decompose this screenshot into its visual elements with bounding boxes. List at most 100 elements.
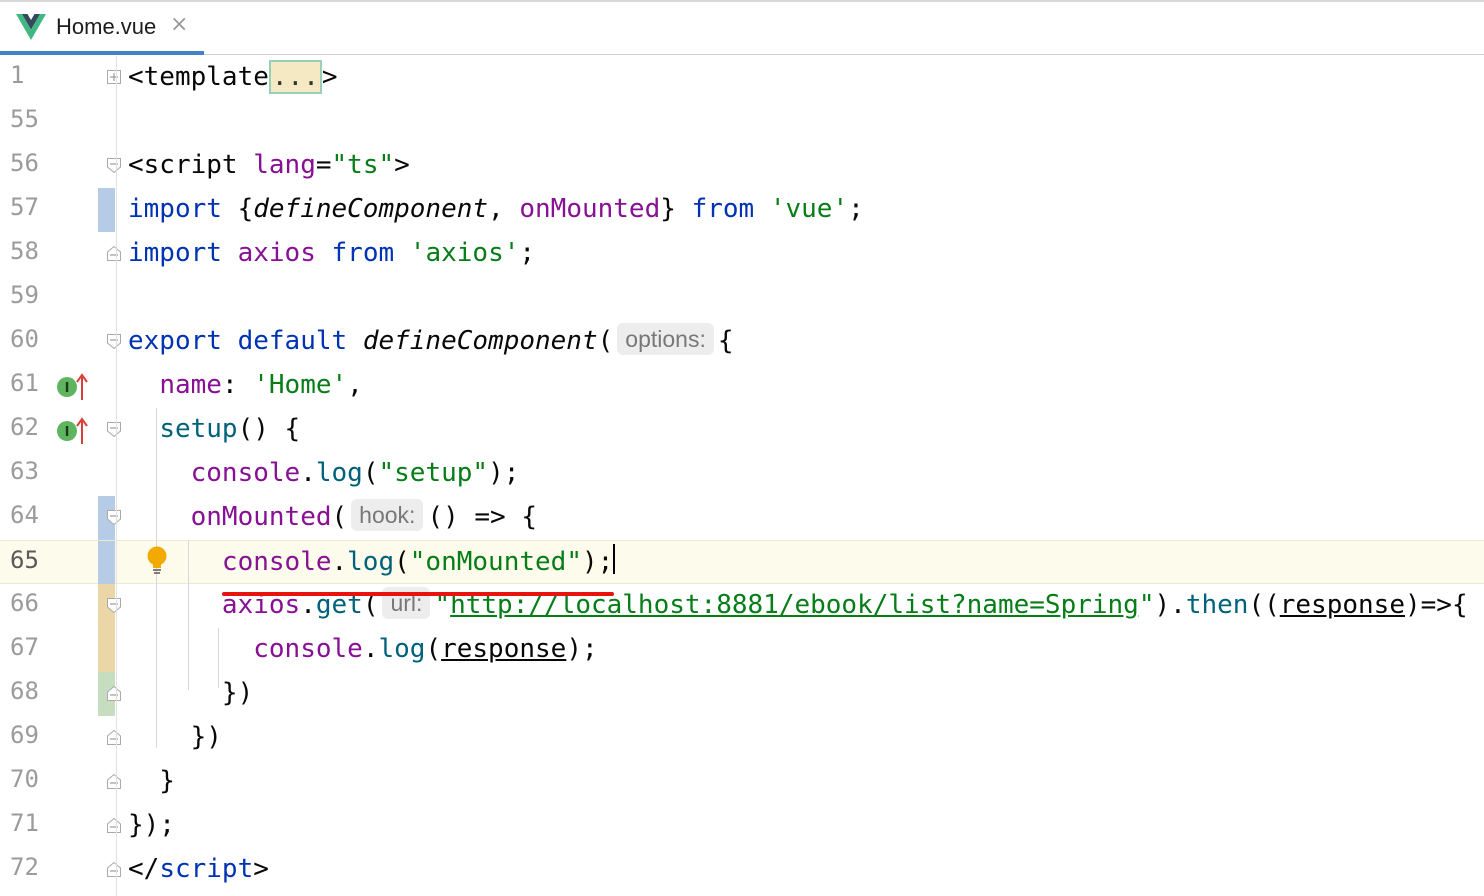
indent-guide [218,628,219,688]
code-line[interactable]: 61 name: 'Home', [0,364,1484,408]
code-line[interactable]: 63 console.log("setup"); [0,452,1484,496]
fold-toggle-icon[interactable] [107,422,121,438]
line-number[interactable]: 56 [10,149,50,177]
code-token: console [253,634,363,664]
code-line[interactable]: 70 } [0,760,1484,804]
code-text[interactable]: }); [128,807,175,843]
code-line[interactable]: 65 console.log("onMounted"); [0,540,1484,585]
line-number[interactable]: 65 [10,546,50,574]
code-line[interactable]: 68 }) [0,672,1484,716]
code-line[interactable]: 66 axios.get(url: "http://localhost:8881/… [0,584,1484,628]
code-line[interactable]: 1 <template... > [0,56,1484,100]
line-number[interactable]: 55 [10,105,50,133]
line-number[interactable]: 66 [10,589,50,617]
line-number[interactable]: 62 [10,413,50,441]
gutter-divider [116,56,117,896]
lightbulb-intention-icon[interactable] [146,546,168,582]
code-line[interactable]: 71}); [0,804,1484,848]
fold-toggle-icon[interactable] [107,685,121,701]
svg-text:I: I [65,425,70,440]
code-token: }); [128,810,175,840]
code-text[interactable]: import axios from 'axios'; [128,235,535,271]
code-line[interactable]: 59 [0,276,1484,320]
code-line[interactable]: 62 setup() { [0,408,1484,452]
code-text[interactable]: setup() { [128,411,300,447]
code-token: } [128,766,175,796]
code-line[interactable]: 55 [0,100,1484,144]
line-number[interactable]: 67 [10,633,50,661]
line-number[interactable]: 60 [10,325,50,353]
code-text[interactable]: export default defineComponent(options:{ [128,323,734,359]
line-number[interactable]: 63 [10,457,50,485]
line-number[interactable]: 61 [10,369,50,397]
code-token: "ts" [331,150,395,180]
vcs-change-marker[interactable] [98,188,115,232]
fold-toggle-icon[interactable] [107,510,121,526]
line-number[interactable]: 68 [10,677,50,705]
fold-toggle-icon[interactable] [107,245,121,261]
line-number[interactable]: 57 [10,193,50,221]
implements-up-arrow-icon[interactable]: I [56,373,88,405]
fold-toggle-icon[interactable] [107,817,121,833]
code-text[interactable]: </script> [128,851,269,887]
line-number[interactable]: 64 [10,501,50,529]
code-text[interactable]: console.log(response); [128,631,597,667]
code-line[interactable]: 67 console.log(response); [0,628,1484,672]
code-line[interactable]: 60 export default defineComponent(options… [0,320,1484,364]
editor-tab-bar: Home.vue × [0,0,1484,55]
svg-text:I: I [65,381,70,396]
code-token: default [237,326,348,356]
fold-toggle-icon[interactable] [107,773,121,789]
indent-guide [188,540,189,690]
tab-home-vue[interactable]: Home.vue × [0,2,204,55]
code-token: console [190,458,301,488]
implements-up-arrow-icon[interactable]: I [56,417,88,449]
fold-toggle-icon[interactable] [107,334,121,350]
code-text[interactable]: <script lang="ts"> [128,147,410,183]
fold-toggle-icon[interactable] [107,70,121,85]
code-token: log [378,634,426,664]
code-text[interactable]: }) [128,675,253,711]
code-text[interactable]: import {defineComponent, onMounted} from… [128,191,864,227]
code-text[interactable]: name: 'Home', [128,367,363,403]
code-text[interactable]: } [128,763,175,799]
code-token: > [321,62,338,92]
code-text[interactable]: onMounted(hook:() => { [128,499,537,535]
code-line[interactable]: 69 }) [0,716,1484,760]
close-icon[interactable]: × [170,12,188,37]
code-editor[interactable]: 1 <template... > 55 56 <script lang="ts"> 57 im… [0,56,1484,896]
code-line[interactable]: 58 import axios from 'axios'; [0,232,1484,276]
vcs-change-marker[interactable] [98,628,115,672]
code-text[interactable]: console.log("onMounted"); [128,544,616,580]
code-line[interactable]: 72 </script> [0,848,1484,892]
code-line[interactable]: 57 import {defineComponent, onMounted} fr… [0,188,1484,232]
code-token: ( [394,547,410,577]
line-number[interactable]: 1 [10,61,50,89]
line-number[interactable]: 70 [10,765,50,793]
code-token: . [362,634,379,664]
code-line[interactable]: 56 <script lang="ts"> [0,144,1484,188]
line-number[interactable]: 58 [10,237,50,265]
code-token: , [347,370,363,400]
code-token: ; [519,238,536,268]
line-number[interactable]: 69 [10,721,50,749]
code-text[interactable]: console.log("setup"); [128,455,520,491]
fold-toggle-icon[interactable] [107,861,121,877]
code-line[interactable]: 64 onMounted(hook:() => { [0,496,1484,540]
line-number[interactable]: 59 [10,281,50,309]
line-number[interactable]: 71 [10,809,50,837]
code-token: 'Home' [253,370,348,400]
fold-toggle-icon[interactable] [107,729,121,745]
fold-toggle-icon[interactable] [107,598,121,614]
code-text[interactable]: <template... > [128,59,338,95]
folded-region[interactable]: ... [268,60,322,94]
code-token: import [128,194,222,224]
code-token: script [159,854,254,884]
code-text[interactable]: }) [128,719,222,755]
code-token: { [717,326,734,356]
code-token: : [221,370,254,400]
fold-toggle-icon[interactable] [107,158,121,174]
vcs-change-marker[interactable] [98,541,115,585]
line-number[interactable]: 72 [10,853,50,881]
